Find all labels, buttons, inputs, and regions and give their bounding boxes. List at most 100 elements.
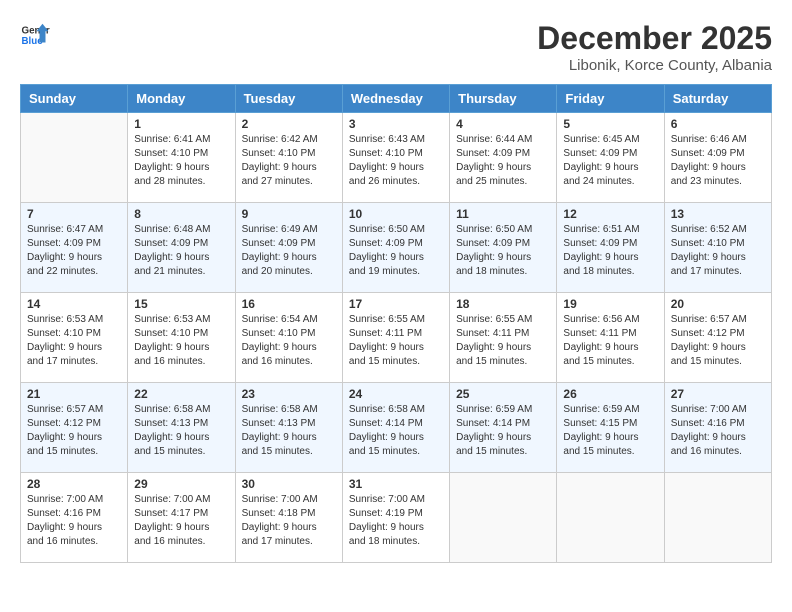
calendar-day-cell: 30 Sunrise: 7:00 AMSunset: 4:18 PMDayligh… [235, 473, 342, 563]
calendar-week-row: 1 Sunrise: 6:41 AMSunset: 4:10 PMDaylight… [21, 113, 772, 203]
calendar-day-cell: 24 Sunrise: 6:58 AMSunset: 4:14 PMDayligh… [342, 383, 449, 473]
day-number: 15 [134, 297, 228, 311]
calendar-day-cell: 13 Sunrise: 6:52 AMSunset: 4:10 PMDayligh… [664, 203, 771, 293]
day-number: 9 [242, 207, 336, 221]
calendar-day-cell: 9 Sunrise: 6:49 AMSunset: 4:09 PMDaylight… [235, 203, 342, 293]
day-number: 10 [349, 207, 443, 221]
day-info: Sunrise: 6:52 AMSunset: 4:10 PMDaylight:… [671, 223, 765, 279]
day-info: Sunrise: 6:41 AMSunset: 4:10 PMDaylight:… [134, 133, 228, 189]
day-info: Sunrise: 7:00 AMSunset: 4:18 PMDaylight:… [242, 493, 336, 549]
title-block: December 2025 Libonik, Korce County, Alb… [537, 20, 772, 74]
day-number: 12 [563, 207, 657, 221]
day-info: Sunrise: 7:00 AMSunset: 4:17 PMDaylight:… [134, 493, 228, 549]
day-number: 26 [563, 387, 657, 401]
day-info: Sunrise: 6:42 AMSunset: 4:10 PMDaylight:… [242, 133, 336, 189]
calendar-table: SundayMondayTuesdayWednesdayThursdayFrid… [20, 84, 772, 563]
day-info: Sunrise: 6:45 AMSunset: 4:09 PMDaylight:… [563, 133, 657, 189]
day-number: 25 [456, 387, 550, 401]
weekday-header-tuesday: Tuesday [235, 85, 342, 113]
day-info: Sunrise: 6:55 AMSunset: 4:11 PMDaylight:… [456, 313, 550, 369]
day-info: Sunrise: 6:46 AMSunset: 4:09 PMDaylight:… [671, 133, 765, 189]
calendar-day-cell: 2 Sunrise: 6:42 AMSunset: 4:10 PMDaylight… [235, 113, 342, 203]
day-number: 5 [563, 117, 657, 131]
calendar-day-cell: 3 Sunrise: 6:43 AMSunset: 4:10 PMDaylight… [342, 113, 449, 203]
calendar-day-cell: 11 Sunrise: 6:50 AMSunset: 4:09 PMDayligh… [450, 203, 557, 293]
weekday-header-wednesday: Wednesday [342, 85, 449, 113]
day-number: 1 [134, 117, 228, 131]
calendar-day-cell: 23 Sunrise: 6:58 AMSunset: 4:13 PMDayligh… [235, 383, 342, 473]
day-number: 20 [671, 297, 765, 311]
day-number: 18 [456, 297, 550, 311]
day-number: 21 [27, 387, 121, 401]
day-number: 17 [349, 297, 443, 311]
calendar-day-cell: 20Sunrise: 6:57 AMSunset: 4:12 PMDayligh… [664, 293, 771, 383]
calendar-day-cell: 21 Sunrise: 6:57 AMSunset: 4:12 PMDayligh… [21, 383, 128, 473]
day-info: Sunrise: 6:50 AMSunset: 4:09 PMDaylight:… [349, 223, 443, 279]
day-number: 6 [671, 117, 765, 131]
weekday-header-thursday: Thursday [450, 85, 557, 113]
day-info: Sunrise: 6:49 AMSunset: 4:09 PMDaylight:… [242, 223, 336, 279]
day-number: 28 [27, 477, 121, 491]
day-info: Sunrise: 6:57 AMSunset: 4:12 PMDaylight:… [27, 403, 121, 459]
day-number: 13 [671, 207, 765, 221]
day-info: Sunrise: 6:58 AMSunset: 4:13 PMDaylight:… [242, 403, 336, 459]
day-number: 11 [456, 207, 550, 221]
calendar-day-cell: 19 Sunrise: 6:56 AMSunset: 4:11 PMDayligh… [557, 293, 664, 383]
day-info: Sunrise: 6:48 AMSunset: 4:09 PMDaylight:… [134, 223, 228, 279]
calendar-day-cell: 14 Sunrise: 6:53 AMSunset: 4:10 PMDayligh… [21, 293, 128, 383]
weekday-header-row: SundayMondayTuesdayWednesdayThursdayFrid… [21, 85, 772, 113]
day-number: 27 [671, 387, 765, 401]
day-number: 14 [27, 297, 121, 311]
calendar-day-cell: 5 Sunrise: 6:45 AMSunset: 4:09 PMDaylight… [557, 113, 664, 203]
day-number: 19 [563, 297, 657, 311]
day-number: 2 [242, 117, 336, 131]
day-number: 23 [242, 387, 336, 401]
weekday-header-saturday: Saturday [664, 85, 771, 113]
day-info: Sunrise: 7:00 AMSunset: 4:16 PMDaylight:… [671, 403, 765, 459]
calendar-day-cell [664, 473, 771, 563]
calendar-day-cell: 12 Sunrise: 6:51 AMSunset: 4:09 PMDayligh… [557, 203, 664, 293]
calendar-day-cell: 18 Sunrise: 6:55 AMSunset: 4:11 PMDayligh… [450, 293, 557, 383]
day-info: Sunrise: 6:56 AMSunset: 4:11 PMDaylight:… [563, 313, 657, 369]
day-info: Sunrise: 6:53 AMSunset: 4:10 PMDaylight:… [27, 313, 121, 369]
calendar-day-cell: 17Sunrise: 6:55 AMSunset: 4:11 PMDayligh… [342, 293, 449, 383]
day-number: 16 [242, 297, 336, 311]
calendar-day-cell [450, 473, 557, 563]
day-number: 24 [349, 387, 443, 401]
calendar-week-row: 21 Sunrise: 6:57 AMSunset: 4:12 PMDayligh… [21, 383, 772, 473]
day-info: Sunrise: 6:58 AMSunset: 4:13 PMDaylight:… [134, 403, 228, 459]
day-number: 22 [134, 387, 228, 401]
calendar-day-cell: 29Sunrise: 7:00 AMSunset: 4:17 PMDayligh… [128, 473, 235, 563]
location: Libonik, Korce County, Albania [537, 57, 772, 74]
day-number: 3 [349, 117, 443, 131]
day-number: 4 [456, 117, 550, 131]
day-number: 30 [242, 477, 336, 491]
calendar-day-cell: 31Sunrise: 7:00 AMSunset: 4:19 PMDayligh… [342, 473, 449, 563]
calendar-week-row: 7Sunrise: 6:47 AMSunset: 4:09 PMDaylight… [21, 203, 772, 293]
day-info: Sunrise: 6:53 AMSunset: 4:10 PMDaylight:… [134, 313, 228, 369]
calendar-day-cell [557, 473, 664, 563]
calendar-day-cell: 6 Sunrise: 6:46 AMSunset: 4:09 PMDaylight… [664, 113, 771, 203]
day-info: Sunrise: 6:51 AMSunset: 4:09 PMDaylight:… [563, 223, 657, 279]
calendar-day-cell: 1 Sunrise: 6:41 AMSunset: 4:10 PMDaylight… [128, 113, 235, 203]
calendar-day-cell: 15 Sunrise: 6:53 AMSunset: 4:10 PMDayligh… [128, 293, 235, 383]
calendar-day-cell: 27 Sunrise: 7:00 AMSunset: 4:16 PMDayligh… [664, 383, 771, 473]
calendar-day-cell: 8Sunrise: 6:48 AMSunset: 4:09 PMDaylight… [128, 203, 235, 293]
calendar-day-cell: 16 Sunrise: 6:54 AMSunset: 4:10 PMDayligh… [235, 293, 342, 383]
calendar-week-row: 28 Sunrise: 7:00 AMSunset: 4:16 PMDayligh… [21, 473, 772, 563]
day-info: Sunrise: 6:58 AMSunset: 4:14 PMDaylight:… [349, 403, 443, 459]
calendar-day-cell: 7Sunrise: 6:47 AMSunset: 4:09 PMDaylight… [21, 203, 128, 293]
calendar-day-cell [21, 113, 128, 203]
calendar-day-cell: 22 Sunrise: 6:58 AMSunset: 4:13 PMDayligh… [128, 383, 235, 473]
page-header: General Blue December 2025 Libonik, Korc… [20, 20, 772, 74]
day-info: Sunrise: 6:59 AMSunset: 4:14 PMDaylight:… [456, 403, 550, 459]
calendar-day-cell: 25 Sunrise: 6:59 AMSunset: 4:14 PMDayligh… [450, 383, 557, 473]
day-info: Sunrise: 6:43 AMSunset: 4:10 PMDaylight:… [349, 133, 443, 189]
day-number: 31 [349, 477, 443, 491]
day-info: Sunrise: 6:44 AMSunset: 4:09 PMDaylight:… [456, 133, 550, 189]
day-info: Sunrise: 6:47 AMSunset: 4:09 PMDaylight:… [27, 223, 121, 279]
day-info: Sunrise: 6:54 AMSunset: 4:10 PMDaylight:… [242, 313, 336, 369]
weekday-header-sunday: Sunday [21, 85, 128, 113]
day-info: Sunrise: 6:50 AMSunset: 4:09 PMDaylight:… [456, 223, 550, 279]
day-info: Sunrise: 7:00 AMSunset: 4:16 PMDaylight:… [27, 493, 121, 549]
